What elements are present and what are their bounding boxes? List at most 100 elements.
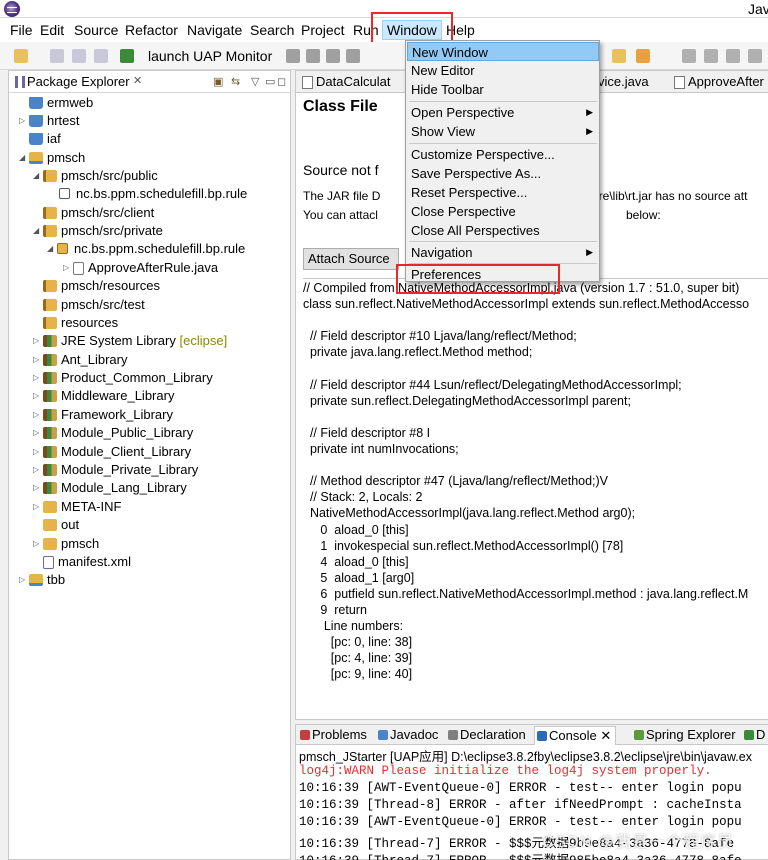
code-line: private int numInvocations; <box>303 442 459 456</box>
tab-spring-explorer[interactable]: Spring Explorer <box>632 726 736 744</box>
tab-problems[interactable]: Problems <box>298 726 367 744</box>
menu-item-close-perspective[interactable]: Close Perspective <box>407 202 599 221</box>
code-line: 5 aload_1 [arg0] <box>303 570 415 585</box>
code-line: // Field descriptor #10 Ljava/lang/refle… <box>303 329 577 344</box>
tab-console[interactable]: Console ✕ <box>534 726 617 745</box>
minimize-icon[interactable]: ▭ <box>265 75 275 88</box>
tree-item-iaf[interactable]: iaf <box>19 130 61 148</box>
package-explorer-icon <box>15 76 25 88</box>
tree-item-framework-library[interactable]: ▷ Framework_Library <box>33 406 173 424</box>
toolbar-tool-icon[interactable] <box>612 49 626 63</box>
save-icon[interactable] <box>50 49 64 63</box>
print-icon[interactable] <box>94 49 108 63</box>
tree-item-module-public-library[interactable]: ▷ Module_Public_Library <box>33 424 193 442</box>
menu-item-navigation[interactable]: Navigation ▶ <box>407 243 599 262</box>
menu-item-new-editor[interactable]: New Editor <box>407 61 599 80</box>
expand-icon: ▷ <box>33 336 40 345</box>
project-open-icon <box>29 574 43 586</box>
tree-item-hrtest[interactable]: ▷ hrtest <box>19 112 80 130</box>
toolbar-tool-icon[interactable] <box>326 49 340 63</box>
menu-item-reset-perspective[interactable]: Reset Perspective... <box>407 183 599 202</box>
jar-message-line-1-end: jre\lib\rt.jar has no source att <box>596 189 748 203</box>
problems-icon <box>300 730 310 740</box>
menu-item-open-perspective[interactable]: Open Perspective ▶ <box>407 103 599 122</box>
tree-item-resources[interactable]: resources <box>33 314 118 332</box>
close-icon[interactable]: ✕ <box>600 728 611 743</box>
menu-item-show-view[interactable]: Show View ▶ <box>407 122 599 141</box>
new-icon[interactable] <box>14 49 28 63</box>
tree-item-src-test[interactable]: pmsch/src/test <box>33 296 145 314</box>
tree-item-meta-inf[interactable]: ▷ META-INF <box>33 498 121 516</box>
toolbar-tool-icon[interactable] <box>636 49 650 63</box>
tree-item-module-client-library[interactable]: ▷ Module_Client_Library <box>33 443 191 461</box>
toolbar-tool-icon[interactable] <box>748 49 762 63</box>
tree-item-package[interactable]: nc.bs.ppm.schedulefill.bp.rule <box>49 185 247 203</box>
menu-project[interactable]: Project <box>301 22 345 38</box>
tree-item-product-common-library[interactable]: ▷ Product_Common_Library <box>33 369 213 387</box>
collapse-icon: ◢ <box>47 244 54 253</box>
menu-file[interactable]: File <box>10 22 33 38</box>
toolbar-tool-icon[interactable] <box>704 49 718 63</box>
tree-item-jre-library[interactable]: ▷ JRE System Library [eclipse] <box>33 332 227 350</box>
save-all-icon[interactable] <box>72 49 86 63</box>
tree-item-package-open[interactable]: ◢ nc.bs.ppm.schedulefill.bp.rule <box>47 240 245 258</box>
tab-declaration[interactable]: Declaration <box>446 726 526 744</box>
tree-item-src-client[interactable]: pmsch/src/client <box>33 204 154 222</box>
tab-d[interactable]: D <box>742 726 765 744</box>
toolbar-tool-icon[interactable] <box>286 49 300 63</box>
tree-item-resources-src[interactable]: pmsch/resources <box>33 277 160 295</box>
close-icon[interactable]: ✕ <box>133 74 142 87</box>
editor-tab-approveafter[interactable]: ApproveAfter <box>670 73 764 93</box>
link-editor-icon[interactable]: ⇆ <box>231 75 240 88</box>
source-folder-icon <box>43 299 57 311</box>
package-explorer-tab[interactable]: Package Explorer <box>27 74 130 89</box>
collapse-all-icon[interactable]: ▣ <box>213 75 223 88</box>
menu-refactor[interactable]: Refactor <box>125 22 178 38</box>
view-menu-icon[interactable]: ▽ <box>251 75 259 88</box>
tree-item-manifest[interactable]: manifest.xml <box>33 553 131 571</box>
package-icon <box>59 188 70 199</box>
menu-search[interactable]: Search <box>250 22 294 38</box>
tree-item-ermweb[interactable]: ermweb <box>19 94 93 112</box>
console-icon <box>537 731 547 741</box>
code-line: [pc: 0, line: 38] <box>303 635 413 650</box>
menu-item-close-all-perspectives[interactable]: Close All Perspectives <box>407 221 599 240</box>
editor-tab-datacalculat[interactable]: DataCalculat <box>298 73 390 93</box>
tree-item-src-public[interactable]: ◢ pmsch/src/public <box>33 167 158 185</box>
tree-item-middleware-library[interactable]: ▷ Middleware_Library <box>33 387 174 405</box>
launch-uap-monitor-button[interactable]: launch UAP Monitor <box>148 48 272 64</box>
console-line: 10:16:39 [AWT-EventQueue-0] ERROR - test… <box>299 815 742 829</box>
toolbar-tool-icon[interactable] <box>306 49 320 63</box>
code-line: // Stack: 2, Locals: 2 <box>303 490 423 505</box>
tree-item-src-private[interactable]: ◢ pmsch/src/private <box>33 222 163 240</box>
toolbar-tool-icon[interactable] <box>682 49 696 63</box>
toolbar-tool-icon[interactable] <box>726 49 740 63</box>
tree-item-tbb[interactable]: ▷ tbb <box>19 571 65 589</box>
maximize-icon[interactable]: ◻ <box>277 75 286 88</box>
menu-item-hide-toolbar[interactable]: Hide Toolbar <box>407 80 599 99</box>
menu-item-new-window[interactable]: New Window <box>407 42 599 61</box>
menu-source[interactable]: Source <box>74 22 118 38</box>
menu-item-customize-perspective[interactable]: Customize Perspective... <box>407 145 599 164</box>
tree-item-module-lang-library[interactable]: ▷ Module_Lang_Library <box>33 479 187 497</box>
uap-monitor-icon[interactable] <box>120 49 134 63</box>
menu-edit[interactable]: Edit <box>40 22 64 38</box>
attach-source-button[interactable]: Attach Source <box>303 248 399 270</box>
menu-item-save-perspective-as[interactable]: Save Perspective As... <box>407 164 599 183</box>
expand-icon: ▷ <box>33 410 40 419</box>
source-folder-icon <box>43 280 57 292</box>
tree-item-pmsch-folder[interactable]: ▷ pmsch <box>33 535 99 553</box>
java-file-icon <box>674 76 685 89</box>
preferences-annotation-box <box>396 264 560 294</box>
tree-item-ant-library[interactable]: ▷ Ant_Library <box>33 351 127 369</box>
toolbar-tool-icon[interactable] <box>346 49 360 63</box>
menu-navigate[interactable]: Navigate <box>187 22 242 38</box>
code-line: Line numbers: <box>303 619 404 634</box>
tree-item-approveafterrule[interactable]: ▷ ApproveAfterRule.java <box>63 259 218 277</box>
tab-javadoc[interactable]: Javadoc <box>376 726 438 744</box>
declaration-icon <box>448 730 458 740</box>
tree-item-pmsch[interactable]: ◢ pmsch <box>19 149 85 167</box>
tree-item-module-private-library[interactable]: ▷ Module_Private_Library <box>33 461 198 479</box>
tree-item-out[interactable]: out <box>33 516 79 534</box>
submenu-arrow-icon: ▶ <box>586 247 593 257</box>
